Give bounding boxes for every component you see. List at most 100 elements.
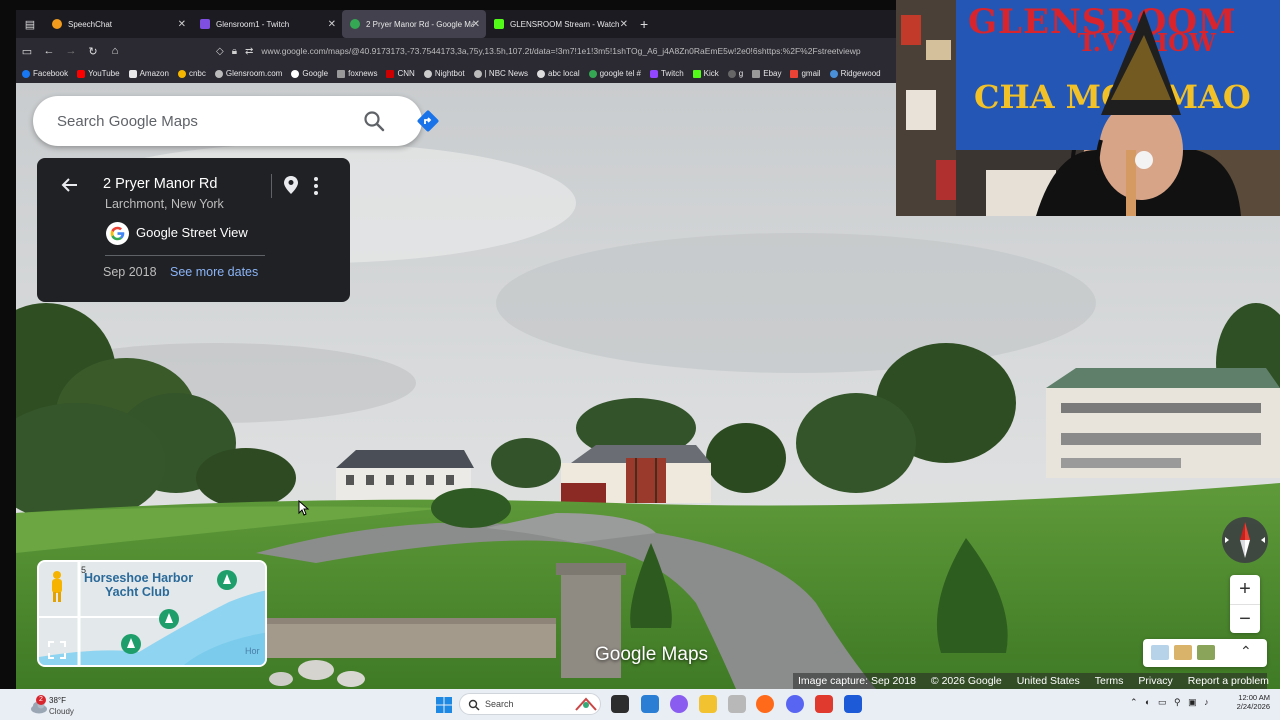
sidebar-toggle-icon[interactable]: ▭ — [16, 45, 38, 58]
bookmark-g[interactable]: g — [727, 69, 744, 78]
file-explorer-icon[interactable] — [699, 695, 717, 713]
close-tab-icon[interactable]: ✕ — [472, 19, 480, 30]
map-pin-icon[interactable] — [283, 175, 299, 195]
bookmark-nightbot[interactable]: Nightbot — [423, 69, 465, 78]
directions-icon[interactable] — [416, 109, 440, 133]
bookmark-google-tel[interactable]: google tel # — [588, 69, 641, 78]
kick-icon — [692, 69, 701, 78]
minimap[interactable]: 5 Horseshoe Harbor Yacht Club Hor — [37, 560, 267, 667]
layers-switcher[interactable]: ⌃ — [1143, 639, 1267, 667]
tab-kick[interactable]: GLENSROOM Stream - Watch L ✕ — [486, 10, 634, 38]
tab-speechchat[interactable]: SpeechChat ✕ — [44, 10, 192, 38]
layer-satellite-thumb[interactable] — [1197, 645, 1215, 660]
place-title: 2 Pryer Manor Rd — [103, 176, 218, 192]
expand-map-icon[interactable] — [47, 640, 67, 660]
reload-icon[interactable]: ↻ — [82, 45, 104, 58]
search-input[interactable] — [57, 112, 317, 130]
permissions-icon[interactable]: ⇄ — [245, 46, 253, 57]
see-more-dates-link[interactable]: See more dates — [170, 265, 258, 279]
tab-list-icon[interactable]: ▤ — [16, 18, 44, 31]
task-view-icon[interactable] — [611, 695, 629, 713]
google-logo-icon — [106, 222, 129, 245]
app-icon[interactable] — [728, 695, 746, 713]
bookmark-label: cnbc — [188, 69, 206, 78]
divider — [105, 255, 265, 256]
pegman-icon[interactable] — [48, 570, 66, 604]
bookmark-abc-local[interactable]: abc local — [537, 69, 580, 78]
more-options-icon[interactable] — [311, 176, 321, 196]
bookmark-label: foxnews — [348, 69, 378, 78]
maps-favicon-icon — [350, 19, 360, 29]
tab-twitch[interactable]: Glensroom1 - Twitch ✕ — [192, 10, 342, 38]
layer-map-thumb[interactable] — [1151, 645, 1169, 660]
discord-icon[interactable] — [786, 695, 804, 713]
nbc-icon — [473, 69, 482, 78]
bookmark-nbc-news[interactable]: | NBC News — [473, 69, 528, 78]
screen: ▤ SpeechChat ✕ Glensroom1 - Twitch ✕ 2 P… — [0, 0, 1280, 720]
bookmark-kick[interactable]: Kick — [692, 69, 719, 78]
snipping-tool-icon[interactable] — [641, 695, 659, 713]
terms-link[interactable]: Terms — [1095, 675, 1124, 687]
facebook-icon — [22, 69, 30, 78]
bookmark-facebook[interactable]: Facebook — [22, 69, 68, 78]
zoom-in-button[interactable]: + — [1230, 575, 1260, 604]
bookmark-label: Twitch — [660, 69, 684, 78]
back-icon[interactable]: ← — [38, 45, 60, 57]
bookmark-glensroom[interactable]: Glensroom.com — [214, 69, 282, 78]
zoom-out-button[interactable]: − — [1230, 604, 1260, 633]
close-tab-icon[interactable]: ✕ — [178, 19, 186, 30]
tab-google-maps[interactable]: 2 Pryer Manor Rd - Google Ma ✕ — [342, 10, 486, 38]
clock[interactable]: 12:00 AM 2/24/2026 — [1226, 693, 1270, 711]
search-icon — [468, 699, 480, 711]
country-link[interactable]: United States — [1017, 675, 1080, 687]
close-tab-icon[interactable]: ✕ — [328, 19, 336, 30]
compass-icon[interactable] — [1220, 515, 1270, 565]
bookmark-cnn[interactable]: CNN — [386, 69, 415, 78]
bookmark-ridgewood[interactable]: Ridgewood — [829, 69, 881, 78]
firefox-icon[interactable] — [756, 695, 774, 713]
bookmark-label: Google — [302, 69, 329, 78]
search-icon[interactable] — [362, 109, 386, 133]
system-tray[interactable]: ⌃ ◐ ▭ ⚲ ▣ ♪ — [1130, 697, 1209, 708]
bookmark-cnbc[interactable]: cnbc — [177, 69, 206, 78]
shield-icon[interactable]: ◇ — [216, 46, 224, 57]
google-maps-watermark: Google Maps — [595, 644, 709, 665]
expand-up-icon[interactable]: ⌃ — [1240, 643, 1252, 660]
back-arrow-icon[interactable] — [59, 174, 81, 196]
lock-icon[interactable]: 🔒︎ — [232, 46, 237, 57]
privacy-link[interactable]: Privacy — [1138, 675, 1172, 687]
bookmark-label: g — [738, 69, 744, 78]
bookmark-google[interactable]: Google — [291, 69, 328, 78]
close-tab-icon[interactable]: ✕ — [620, 19, 628, 30]
bookmark-youtube[interactable]: YouTube — [77, 69, 120, 78]
forward-icon[interactable]: → — [60, 45, 82, 57]
bookmark-gmail[interactable]: gmail — [790, 69, 821, 78]
amazon-icon — [128, 69, 137, 78]
home-icon[interactable]: ⌂ — [104, 45, 126, 57]
tab-label: 2 Pryer Manor Rd - Google Ma — [366, 19, 474, 29]
bookmark-foxnews[interactable]: foxnews — [337, 69, 377, 78]
bookmark-ebay[interactable]: Ebay — [752, 69, 781, 78]
copilot-icon[interactable] — [670, 695, 688, 713]
windows-start-icon[interactable] — [436, 697, 452, 713]
bookmark-label: Ridgewood — [840, 69, 881, 78]
url-bar[interactable]: ◇ 🔒︎ ⇄ www.google.com/maps/@40.9173173,-… — [216, 41, 896, 61]
recorder-icon[interactable] — [815, 695, 833, 713]
bookmark-amazon[interactable]: Amazon — [128, 69, 169, 78]
image-capture-text: Image capture: Sep 2018 — [798, 675, 916, 687]
webcam-overlay: GLENSROOM T.V SHOW CHA MO LMAO — [896, 0, 1280, 216]
weather-widget[interactable]: 2 38°F Cloudy — [28, 693, 88, 717]
bookmark-label: Facebook — [33, 69, 69, 78]
copyright-text: © 2026 Google — [930, 675, 1002, 687]
bookmark-twitch[interactable]: Twitch — [649, 69, 684, 78]
layer-terrain-thumb[interactable] — [1174, 645, 1192, 660]
maps-search-box — [33, 96, 439, 146]
bookmark-label: Amazon — [139, 69, 169, 78]
tab-label: SpeechChat — [68, 19, 113, 29]
kick-favicon-icon — [494, 19, 504, 29]
malwarebytes-icon[interactable] — [844, 695, 862, 713]
taskbar-search[interactable]: Search — [459, 693, 601, 715]
new-tab-icon[interactable]: + — [640, 16, 648, 32]
report-problem-link[interactable]: Report a problem — [1188, 675, 1269, 687]
place-subtitle: Larchmont, New York — [105, 197, 224, 211]
